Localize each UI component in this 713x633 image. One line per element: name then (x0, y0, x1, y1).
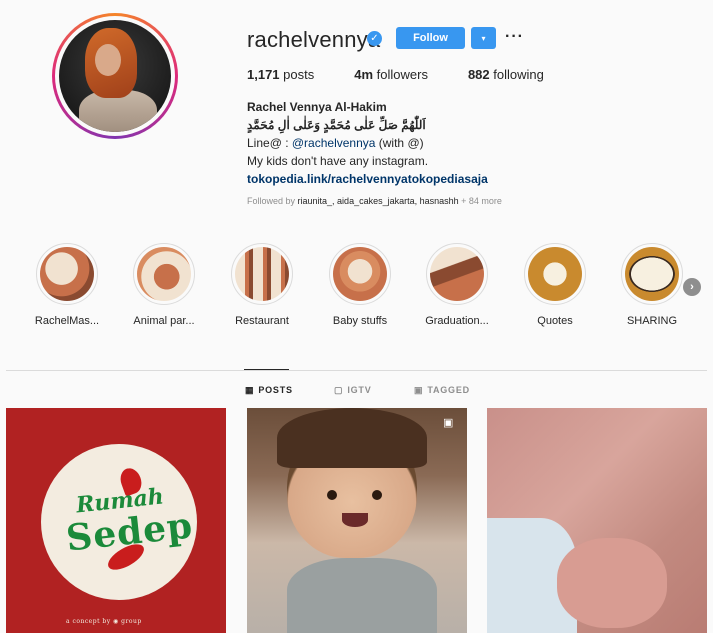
highlight-ring (426, 243, 488, 305)
posts-count-value: 1,171 (247, 67, 280, 82)
story-highlights: RachelMas... Animal par... Restaurant Ba… (0, 243, 713, 333)
highlight-label: SHARING (626, 315, 678, 327)
tab-posts[interactable]: ▦ POSTS (245, 385, 293, 396)
follow-button[interactable]: Follow (396, 27, 465, 49)
highlight-cover (40, 247, 94, 301)
tab-igtv-label: IGTV (347, 385, 372, 395)
highlight-item[interactable]: SHARING (612, 243, 692, 327)
tab-igtv[interactable]: ▢ IGTV (334, 385, 372, 396)
profile-stats: 1,171 posts 4m followers 882 following (247, 67, 584, 82)
highlight-item[interactable]: Restaurant (222, 243, 302, 327)
bio-kids-line: My kids don't have any instagram. (247, 154, 429, 168)
followed-by-prefix: Followed by (247, 196, 298, 206)
highlight-label: Animal par... (133, 315, 195, 327)
highlight-ring (133, 243, 195, 305)
highlight-label: RachelMas... (34, 315, 100, 327)
highlight-cover (430, 247, 484, 301)
avatar-face (95, 44, 121, 76)
followers-count-value: 4m (354, 67, 374, 82)
igtv-icon: ▢ (334, 385, 344, 395)
post-thumbnail[interactable]: ▣ (247, 408, 467, 633)
photo-child-mouth (342, 513, 368, 527)
bio-line-contact: Line@ : @rachelvennya (with @) (247, 134, 547, 152)
highlight-item[interactable]: RachelMas... (27, 243, 107, 327)
highlight-label: Restaurant (235, 315, 289, 327)
photo-baby-hand (557, 538, 667, 628)
tab-posts-label: POSTS (258, 385, 293, 395)
highlight-cover (333, 247, 387, 301)
highlight-cover (235, 247, 289, 301)
tab-tagged[interactable]: ▣ TAGGED (414, 385, 470, 396)
highlight-cover (625, 247, 679, 301)
photo-child-hair (277, 408, 427, 468)
photo-child-eye (372, 490, 382, 500)
profile-full-name: Rachel Vennya Al-Hakim (247, 100, 387, 114)
posts-count-label: posts (279, 67, 315, 82)
bio-website-link[interactable]: tokopedia.link/rachelvennyatokopediasaja (247, 170, 547, 188)
followers-count-label: followers (373, 67, 428, 82)
following-count-label: following (489, 67, 544, 82)
highlight-label: Baby stuffs (332, 315, 388, 327)
more-options-icon[interactable]: ··· (505, 28, 524, 46)
posts-count: 1,171 posts (247, 67, 314, 82)
highlight-ring (329, 243, 391, 305)
avatar-frame (55, 16, 175, 136)
highlights-next-arrow-icon[interactable]: › (683, 278, 701, 296)
highlight-item[interactable]: Animal par... (124, 243, 204, 327)
suggested-dropdown-button[interactable]: ▾ (471, 27, 496, 49)
highlight-ring (621, 243, 683, 305)
post-thumbnail[interactable]: Rumah Sedep a concept by ◉ group (6, 408, 226, 633)
followed-by[interactable]: Followed by riaunita_, aida_cakes_jakart… (247, 196, 502, 206)
photo-child-eye (327, 490, 337, 500)
video-icon: ▣ (443, 417, 454, 429)
highlight-cover (137, 247, 191, 301)
bio-mention-link[interactable]: @rachelvennya (292, 136, 376, 150)
following-count[interactable]: 882 following (468, 67, 544, 82)
avatar (59, 20, 171, 132)
highlight-ring (231, 243, 293, 305)
following-count-value: 882 (467, 67, 490, 82)
highlight-cover (528, 247, 582, 301)
post-thumbnail[interactable] (487, 408, 707, 633)
highlight-item[interactable]: Graduation... (417, 243, 497, 327)
highlight-label: Graduation... (425, 315, 489, 327)
bio-line-suffix: (with @) (375, 136, 424, 150)
highlight-item[interactable]: Quotes (515, 243, 595, 327)
highlight-ring (524, 243, 586, 305)
tab-tagged-label: TAGGED (427, 385, 470, 395)
tabs-divider (6, 370, 707, 371)
bio-arabic-text: اَللّٰهُمَّ صَلِّ عَلٰى مُحَمَّدٍ وَعَلٰ… (247, 118, 426, 132)
highlight-ring (36, 243, 98, 305)
grid-icon: ▦ (245, 385, 255, 395)
verified-badge-icon: ✓ (367, 31, 382, 46)
profile-bio: Rachel Vennya Al-Hakim اَللّٰهُمَّ صَلِّ… (247, 98, 547, 188)
bio-line-prefix: Line@ : (247, 136, 292, 150)
logo-footer-text: a concept by ◉ group (66, 618, 142, 625)
profile-avatar-ring[interactable] (52, 13, 178, 139)
followed-by-more: + 84 more (458, 196, 502, 206)
tag-icon: ▣ (414, 385, 424, 395)
highlight-label: Quotes (537, 315, 573, 327)
profile-username: rachelvennya (247, 27, 381, 52)
highlight-item[interactable]: Baby stuffs (320, 243, 400, 327)
active-tab-indicator (244, 369, 289, 370)
followed-by-names: riaunita_, aida_cakes_jakarta, hasnashh (297, 196, 459, 206)
followers-count[interactable]: 4m followers (354, 67, 428, 82)
photo-child-shirt (287, 558, 437, 633)
